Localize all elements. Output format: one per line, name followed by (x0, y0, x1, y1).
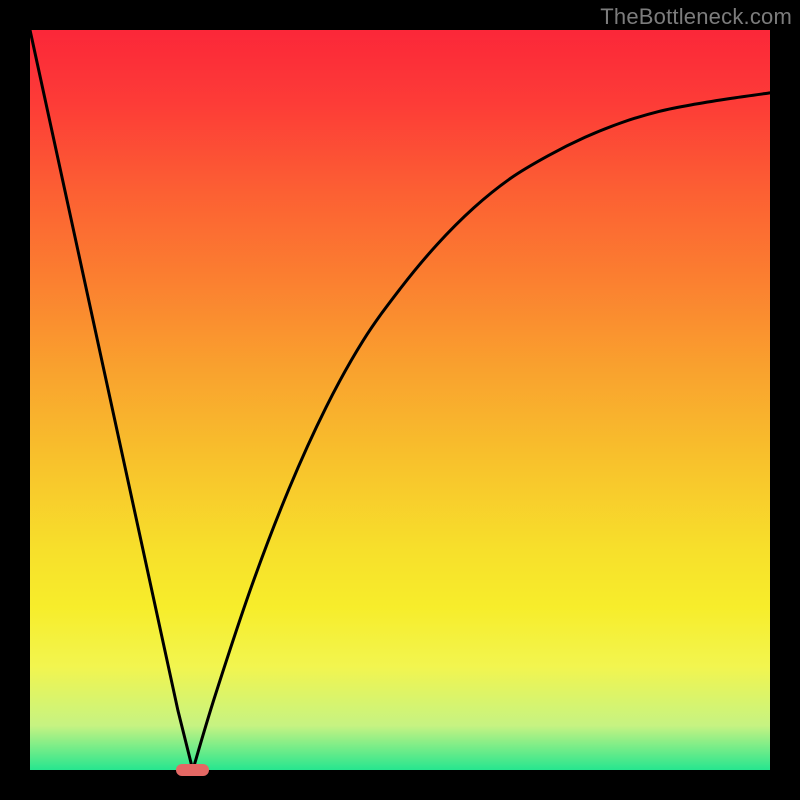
watermark-text: TheBottleneck.com (600, 4, 792, 30)
plot-area (30, 30, 770, 770)
optimal-marker (176, 764, 209, 776)
chart-frame: TheBottleneck.com (0, 0, 800, 800)
curve-left-branch (30, 30, 193, 770)
curve-right-branch (193, 93, 770, 770)
curve-svg (30, 30, 770, 770)
